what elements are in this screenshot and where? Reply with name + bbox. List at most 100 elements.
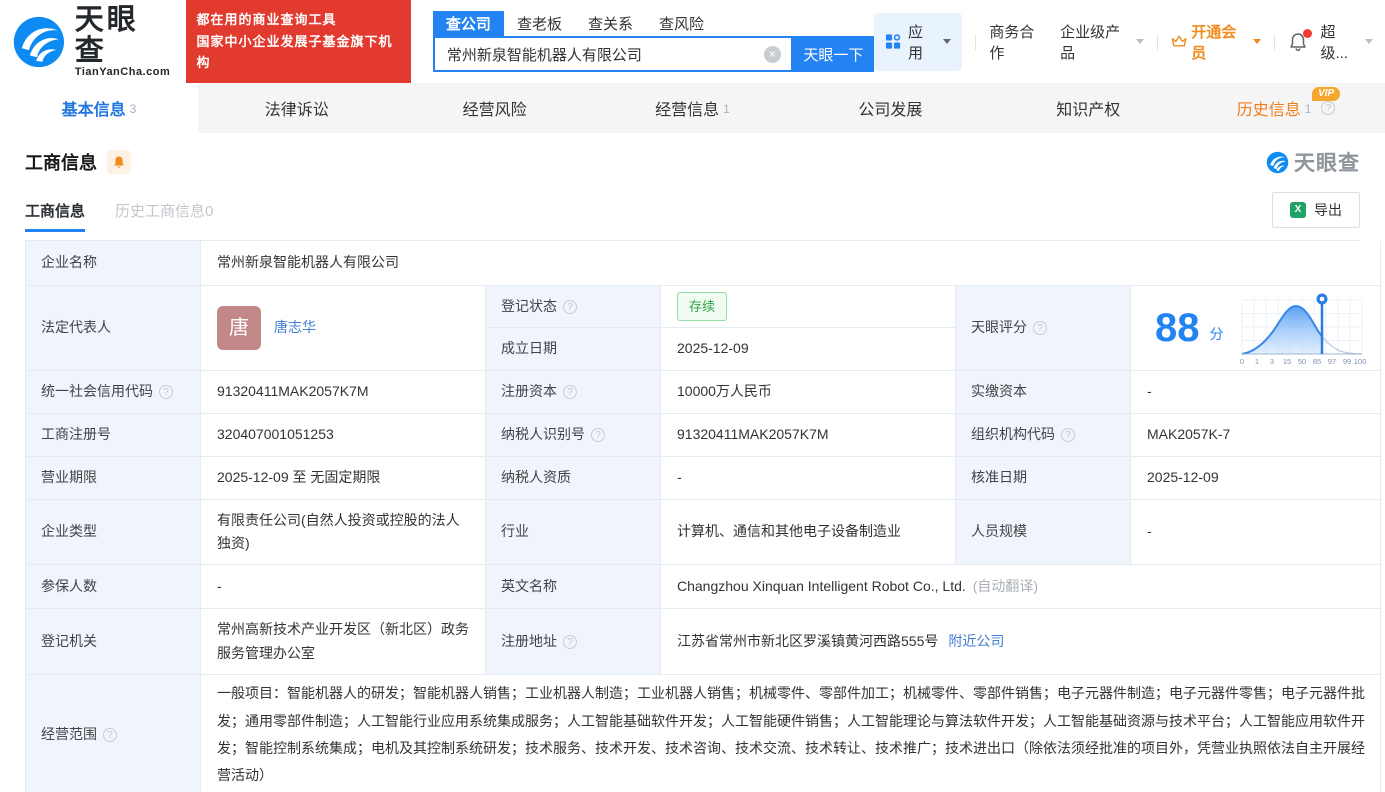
subtab-business-info[interactable]: 工商信息 <box>25 200 86 232</box>
bell-icon <box>114 156 124 168</box>
search-tab-company[interactable]: 查公司 <box>432 10 504 36</box>
header-menu: 应用 商务合作 企业级产品 开通会员 超级... <box>873 12 1385 71</box>
help-icon[interactable]: ? <box>1061 428 1075 442</box>
value-taxpayer-id: 91320411MAK2057K7M <box>661 414 956 457</box>
chevron-down-icon <box>943 39 952 48</box>
nearby-companies-link[interactable]: 附近公司 <box>948 630 1004 653</box>
tab-operating-risk[interactable]: 经营风险 <box>396 83 594 133</box>
help-icon[interactable]: ? <box>591 428 605 442</box>
vip-badge: VIP <box>1312 87 1341 101</box>
tianyancha-watermark-icon <box>1266 151 1289 173</box>
divider <box>975 33 977 50</box>
watermark-text: 天眼查 <box>1294 152 1360 175</box>
search-input[interactable] <box>446 45 764 63</box>
value-org-code: MAK2057K-7 <box>1131 414 1381 457</box>
label-business-scope: 经营范围 ? <box>26 675 201 792</box>
label-business-term: 营业期限 <box>26 457 201 500</box>
top-header: 天眼查 TianYanCha.com 都在用的商业查询工具 国家中小企业发展子基… <box>0 0 1385 83</box>
value-business-term: 2025-12-09 至 无固定期限 <box>201 457 486 500</box>
tab-legal-litigation[interactable]: 法律诉讼 <box>198 83 396 133</box>
score-number: 88 <box>1155 306 1200 350</box>
label-approval-date: 核准日期 <box>956 457 1131 500</box>
divider <box>1156 33 1158 50</box>
company-nav-tabs: 基本信息 3 法律诉讼 经营风险 经营信息 1 公司发展 知识产权 历史信息 1… <box>0 83 1385 133</box>
label-registration-authority: 登记机关 <box>26 609 201 675</box>
help-icon[interactable]: ? <box>159 385 173 399</box>
subscribe-bell-button[interactable] <box>107 150 131 174</box>
value-taxpayer-quality: - <box>661 457 956 500</box>
apps-menu[interactable]: 应用 <box>873 12 963 71</box>
apps-grid-icon <box>885 34 901 49</box>
label-registration-status: 登记状态 ? <box>486 286 661 328</box>
label-establish-date: 成立日期 <box>486 328 661 371</box>
legal-rep-name-link[interactable]: 唐志华 <box>274 316 316 339</box>
label-registered-address: 注册地址 ? <box>486 609 661 675</box>
label-insured-count: 参保人数 <box>26 565 201 609</box>
label-industry: 行业 <box>486 500 661 565</box>
value-business-scope: 一般项目：智能机器人的研发；智能机器人销售；工业机器人制造；工业机器人销售；机械… <box>201 675 1381 792</box>
svg-text:15: 15 <box>1282 357 1290 366</box>
apps-label: 应用 <box>908 23 924 62</box>
search-tab-relation[interactable]: 查关系 <box>575 11 646 36</box>
tab-operating-info[interactable]: 经营信息 1 <box>594 83 792 133</box>
help-icon[interactable]: ? <box>1321 101 1336 115</box>
help-icon[interactable]: ? <box>1033 321 1047 335</box>
search-tab-risk[interactable]: 查风险 <box>646 11 717 36</box>
tab-company-development[interactable]: 公司发展 <box>791 83 989 133</box>
menu-business-cooperation[interactable]: 商务合作 <box>989 21 1047 63</box>
help-icon[interactable]: ? <box>563 299 577 314</box>
value-company-name: 常州新泉智能机器人有限公司 <box>201 241 1381 286</box>
search-area: 查公司 查老板 查关系 查风险 × 天眼一下 <box>432 10 874 72</box>
value-registration-authority: 常州高新技术产业开发区（新北区）政务服务管理办公室 <box>201 609 486 675</box>
label-registered-capital: 注册资本 ? <box>486 371 661 414</box>
value-approval-date: 2025-12-09 <box>1131 457 1381 500</box>
export-button[interactable]: X 导出 <box>1272 192 1360 228</box>
tianyancha-logo-icon <box>13 16 65 67</box>
tianyancha-logo[interactable]: 天眼查 TianYanCha.com <box>12 5 170 78</box>
watermark: 天眼查 <box>1266 147 1360 177</box>
value-staff-size: - <box>1131 500 1381 565</box>
value-establish-date: 2025-12-09 <box>661 328 956 371</box>
notification-dot <box>1302 28 1312 38</box>
label-english-name: 英文名称 <box>486 565 661 609</box>
menu-open-vip[interactable]: 开通会员 <box>1171 21 1261 63</box>
value-industry: 计算机、通信和其他电子设备制造业 <box>661 500 956 565</box>
chevron-down-icon <box>1252 39 1261 48</box>
value-registered-capital: 10000万人民币 <box>661 371 956 414</box>
menu-enterprise-product[interactable]: 企业级产品 <box>1060 21 1144 63</box>
divider <box>1273 33 1275 50</box>
search-input-box: × <box>432 36 793 72</box>
subtab-history-business-info[interactable]: 历史工商信息0 <box>115 200 213 221</box>
label-company-type: 企业类型 <box>26 500 201 565</box>
help-icon[interactable]: ? <box>563 385 577 399</box>
value-insured-count: - <box>201 565 486 609</box>
svg-text:1: 1 <box>1254 357 1258 366</box>
score-unit: 分 <box>1209 326 1224 343</box>
label-paid-capital: 实缴资本 <box>956 371 1131 414</box>
content: 工商信息 天眼查 工商信息 历史工商信息0 X 导出 企业名称 常州新泉智能机器… <box>0 133 1385 792</box>
svg-text:3: 3 <box>1269 357 1273 366</box>
search-tab-boss[interactable]: 查老板 <box>504 11 575 36</box>
tab-count: 1 <box>723 102 730 116</box>
tab-intellectual-property[interactable]: 知识产权 <box>989 83 1187 133</box>
notification-bell[interactable] <box>1288 28 1312 52</box>
brand-domain: TianYanCha.com <box>74 65 171 78</box>
menu-super-account[interactable]: 超级... <box>1321 21 1374 63</box>
value-english-name: Changzhou Xinquan Intelligent Robot Co.,… <box>661 565 1381 609</box>
clear-search-icon[interactable]: × <box>763 45 781 63</box>
svg-text:0: 0 <box>1239 357 1243 366</box>
value-registration-number: 320407001051253 <box>201 414 486 457</box>
help-icon[interactable]: ? <box>103 728 117 742</box>
legal-rep-avatar[interactable]: 唐 <box>217 306 261 350</box>
auto-translate-note: (自动翻译) <box>972 577 1039 594</box>
label-org-code: 组织机构代码 ? <box>956 414 1131 457</box>
value-uscc: 91320411MAK2057K7M <box>201 371 486 414</box>
tab-basic-info[interactable]: 基本信息 3 <box>0 83 198 133</box>
search-button[interactable]: 天眼一下 <box>792 36 874 72</box>
tab-count: 3 <box>129 102 137 116</box>
label-staff-size: 人员规模 <box>956 500 1131 565</box>
search-type-tabs: 查公司 查老板 查关系 查风险 <box>432 10 874 36</box>
help-icon[interactable]: ? <box>563 634 577 649</box>
svg-text:50: 50 <box>1297 357 1305 366</box>
tab-history-info[interactable]: 历史信息 1 ? VIP <box>1187 83 1385 133</box>
